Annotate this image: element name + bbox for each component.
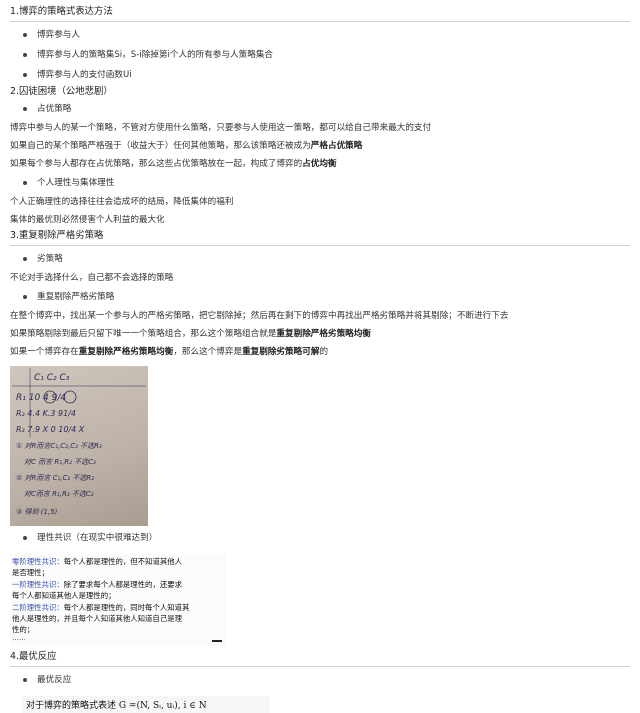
list-item: 理性共识（在现实中很难达到） xyxy=(23,528,630,548)
formula-image: 对于博弈的策略式表述 G =(N, Sᵢ, uᵢ), i ∈ N xyxy=(22,696,270,713)
handwriting-drawing: C₁ C₂ C₃ R₁ 10 4 9/4 R₂ 4.4 K.3 91/4 R₃ … xyxy=(12,368,146,516)
list-item: 博弈参与人的支付函数Ui xyxy=(23,65,630,85)
definition-line: 一阶理性共识：除了要求每个人都是理性的，还要求 xyxy=(12,579,183,589)
section-title-1: 1.博弈的策略式表达方法 xyxy=(10,6,113,17)
document-page: 1.博弈的策略式表达方法 博弈参与人 博弈参与人的策略集Si，S-i除掉第i个人… xyxy=(0,0,640,713)
paragraph: 不论对手选择什么，自己都不会选择的策略 xyxy=(10,273,174,283)
photo-line: R₁ 10 4 9/4 xyxy=(16,393,66,403)
section-divider xyxy=(10,245,630,246)
photo-line: ③ 得到 (1,5) xyxy=(16,508,58,516)
section-title-3: 3.重复剔除严格劣策略 xyxy=(10,230,104,241)
definition-line: 性的； xyxy=(12,625,35,635)
paragraph: 如果策略剔除到最后只留下唯一一个策略组合，那么这个策略组合就是重复剔除严格劣策略… xyxy=(10,329,371,339)
photo-line: ② 对R而言 C₁,C₂ 不选R₂ xyxy=(16,474,94,482)
decorative-bar xyxy=(212,640,222,642)
section-title-4: 4.最优反应 xyxy=(10,651,57,662)
photo-line: R₂ 4.4 K.3 91/4 xyxy=(16,409,76,418)
definition-line: 零阶理性共识：每个人都是理性的，但不知道其他人 xyxy=(12,557,183,566)
paragraph: 个人正确理性的选择往往会造成坏的结局，降低集体的福利 xyxy=(10,197,234,207)
rationality-definition-image: 零阶理性共识：每个人都是理性的，但不知道其他人 是否理性； 一阶理性共识：除了要… xyxy=(10,554,226,646)
paragraph: 博弈中参与人的某一个策略，不管对方使用什么策略，只要参与人使用这一策略，都可以给… xyxy=(10,123,432,133)
section-title-2: 2.囚徒困境（公地悲剧） xyxy=(10,86,113,97)
list-item: 重复剔除严格劣策略 xyxy=(23,287,630,307)
section-2-list-b: 个人理性与集体理性 xyxy=(10,173,630,193)
list-item: 博弈参与人的策略集Si，S-i除掉第i个人的所有参与人策略集合 xyxy=(23,45,630,65)
list-item: 占优策略 xyxy=(23,99,630,119)
list-item: 个人理性与集体理性 xyxy=(23,173,630,193)
paragraph: 在整个博弈中，找出某一个参与人的严格劣策略，把它剔除掉；然后再在剩下的博弈中再找… xyxy=(10,311,509,321)
section-3-list-c: 理性共识（在现实中很难达到） xyxy=(10,528,630,548)
section-2-list: 占优策略 xyxy=(10,99,630,119)
list-item: 劣策略 xyxy=(23,249,630,269)
section-divider xyxy=(10,21,630,22)
ellipsis: …… xyxy=(12,633,26,642)
section-3-list: 劣策略 xyxy=(10,249,630,269)
paragraph: 集体的最优则必然侵害个人利益的最大化 xyxy=(10,215,165,225)
definition-line: 二阶理性共识：每个人都是理性的，同时每个人知道其 xyxy=(12,602,190,612)
photo-line: ① 对R而言C₁,C₂,C₃ 不选R₃ xyxy=(16,442,102,450)
photo-line: C₁ C₂ C₃ xyxy=(34,373,70,383)
section-4-list: 最优反应 xyxy=(10,670,630,690)
paragraph: 如果自己的某个策略严格强于（收益大于）任何其他策略，那么该策略还被成为严格占优策… xyxy=(10,141,363,151)
section-divider xyxy=(10,666,630,667)
definition-line: 是否理性； xyxy=(12,568,49,578)
list-item: 最优反应 xyxy=(23,670,630,690)
section-1-list: 博弈参与人 博弈参与人的策略集Si，S-i除掉第i个人的所有参与人策略集合 博弈… xyxy=(10,25,630,85)
photo-line: 对C 而言 R₁,R₂ 不选C₃ xyxy=(24,458,96,466)
handwritten-notes-photo: C₁ C₂ C₃ R₁ 10 4 9/4 R₂ 4.4 K.3 91/4 R₃ … xyxy=(10,366,148,526)
paragraph: 如果每个参与人都存在占优策略，那么这些占优策略放在一起，构成了博弈的占优均衡 xyxy=(10,159,337,169)
list-item: 博弈参与人 xyxy=(23,25,630,45)
section-3-list-b: 重复剔除严格劣策略 xyxy=(10,287,630,307)
definition-line: 他人是理性的，并且每个人知道其他人知道自己是理 xyxy=(12,614,182,624)
paragraph: 如果一个博弈存在重复剔除严格劣策略均衡，那么这个博弈是重复剔除劣策略可解的 xyxy=(10,347,329,357)
definition-line: 每个人都知道其他人是理性的； xyxy=(12,591,116,601)
photo-line: R₃ 7.9 X 0 10/4 X xyxy=(16,425,85,434)
photo-line: 对C而言 R₁,R₂ 不选C₂ xyxy=(24,490,94,498)
